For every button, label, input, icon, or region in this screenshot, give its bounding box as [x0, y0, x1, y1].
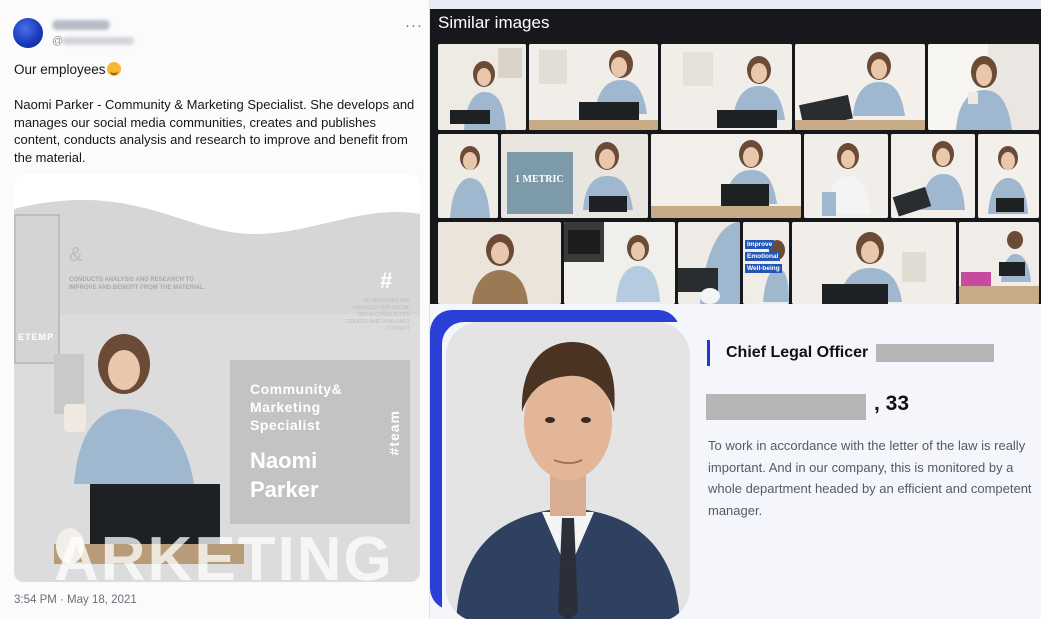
- job-title: Chief Legal Officer: [726, 344, 869, 361]
- similar-images-panel: Similar images 1 METRIC Improve Emotiona…: [430, 9, 1041, 304]
- similar-image-thumb[interactable]: [438, 44, 526, 130]
- similar-image-thumb[interactable]: [438, 134, 498, 218]
- profile-description: To work in accordance with the letter of…: [708, 438, 1032, 518]
- tweet-intro-text: Our employees: [14, 62, 106, 77]
- similar-image-thumb[interactable]: [891, 134, 975, 218]
- tag-wellbeing: Well-being: [745, 264, 782, 273]
- redacted-handle: [62, 37, 134, 45]
- metric-card-text: 1 METRIC: [515, 174, 564, 185]
- similar-images-title: Similar images: [438, 13, 550, 32]
- promo-role-title: Community& Marketing Specialist: [250, 381, 343, 433]
- promo-analysis-text: CONDUCTS ANALYSIS AND RESEARCH TO IMPROV…: [69, 277, 206, 291]
- similar-image-thumb[interactable]: [959, 222, 1039, 304]
- redacted-display-name: [52, 20, 110, 30]
- smiling-face-emoji-icon: [106, 62, 121, 76]
- similar-image-thumb[interactable]: [804, 134, 888, 218]
- redacted-title-name: [876, 344, 994, 362]
- similar-image-thumb[interactable]: [678, 222, 740, 304]
- tweet-card: @ ··· Our employees Naomi Parker - Commu…: [0, 0, 430, 619]
- promo-small-text: HE DEVELOPS AND MANAGES OUR SOCIAL MEDIA…: [345, 298, 410, 332]
- similar-image-thumb[interactable]: [438, 222, 561, 304]
- similar-image-thumb[interactable]: [928, 44, 1039, 130]
- man-portrait-illustration: [446, 322, 690, 619]
- similar-image-thumb[interactable]: [529, 44, 658, 130]
- title-accent-bar: [707, 340, 710, 366]
- profile-photo: [446, 322, 690, 619]
- tweet-timestamp[interactable]: 3:54 PM · May 18, 2021: [14, 594, 137, 606]
- tweet-media-image[interactable]: ETEMP & CONDUCTS ANALYSIS AND RESEARCH T…: [14, 174, 420, 582]
- promo-team-tag: #team: [386, 410, 402, 456]
- redacted-person-name: [706, 394, 866, 420]
- promo-person-name: Naomi Parker: [250, 448, 319, 502]
- similar-image-thumb[interactable]: Improve Emotional Well-being: [743, 222, 789, 304]
- promo-frame-text: ETEMP: [18, 332, 55, 342]
- promo-ampersand: &: [69, 244, 83, 266]
- tag-emotional: Emotional: [745, 252, 781, 261]
- similar-image-thumb[interactable]: [795, 44, 925, 130]
- tag-improve: Improve: [745, 240, 775, 249]
- similar-image-thumb[interactable]: [651, 134, 801, 218]
- similar-image-thumb[interactable]: [978, 134, 1039, 218]
- similar-image-thumb[interactable]: [792, 222, 956, 304]
- more-horizontal-icon[interactable]: ···: [405, 17, 423, 34]
- promo-hash-symbol: #: [380, 268, 393, 293]
- similar-image-thumb[interactable]: [661, 44, 792, 130]
- employee-profile-card: Chief Legal Officer , 33 To work in acco…: [430, 304, 1041, 619]
- similar-image-thumb[interactable]: [564, 222, 675, 304]
- avatar[interactable]: [13, 18, 43, 48]
- person-age: , 33: [874, 392, 910, 415]
- tweet-body: Naomi Parker - Community & Marketing Spe…: [14, 97, 415, 165]
- promo-watermark-text: ARKETING: [54, 525, 394, 582]
- similar-image-thumb[interactable]: 1 METRIC: [501, 134, 648, 218]
- tweet-intro: Our employees: [14, 62, 121, 77]
